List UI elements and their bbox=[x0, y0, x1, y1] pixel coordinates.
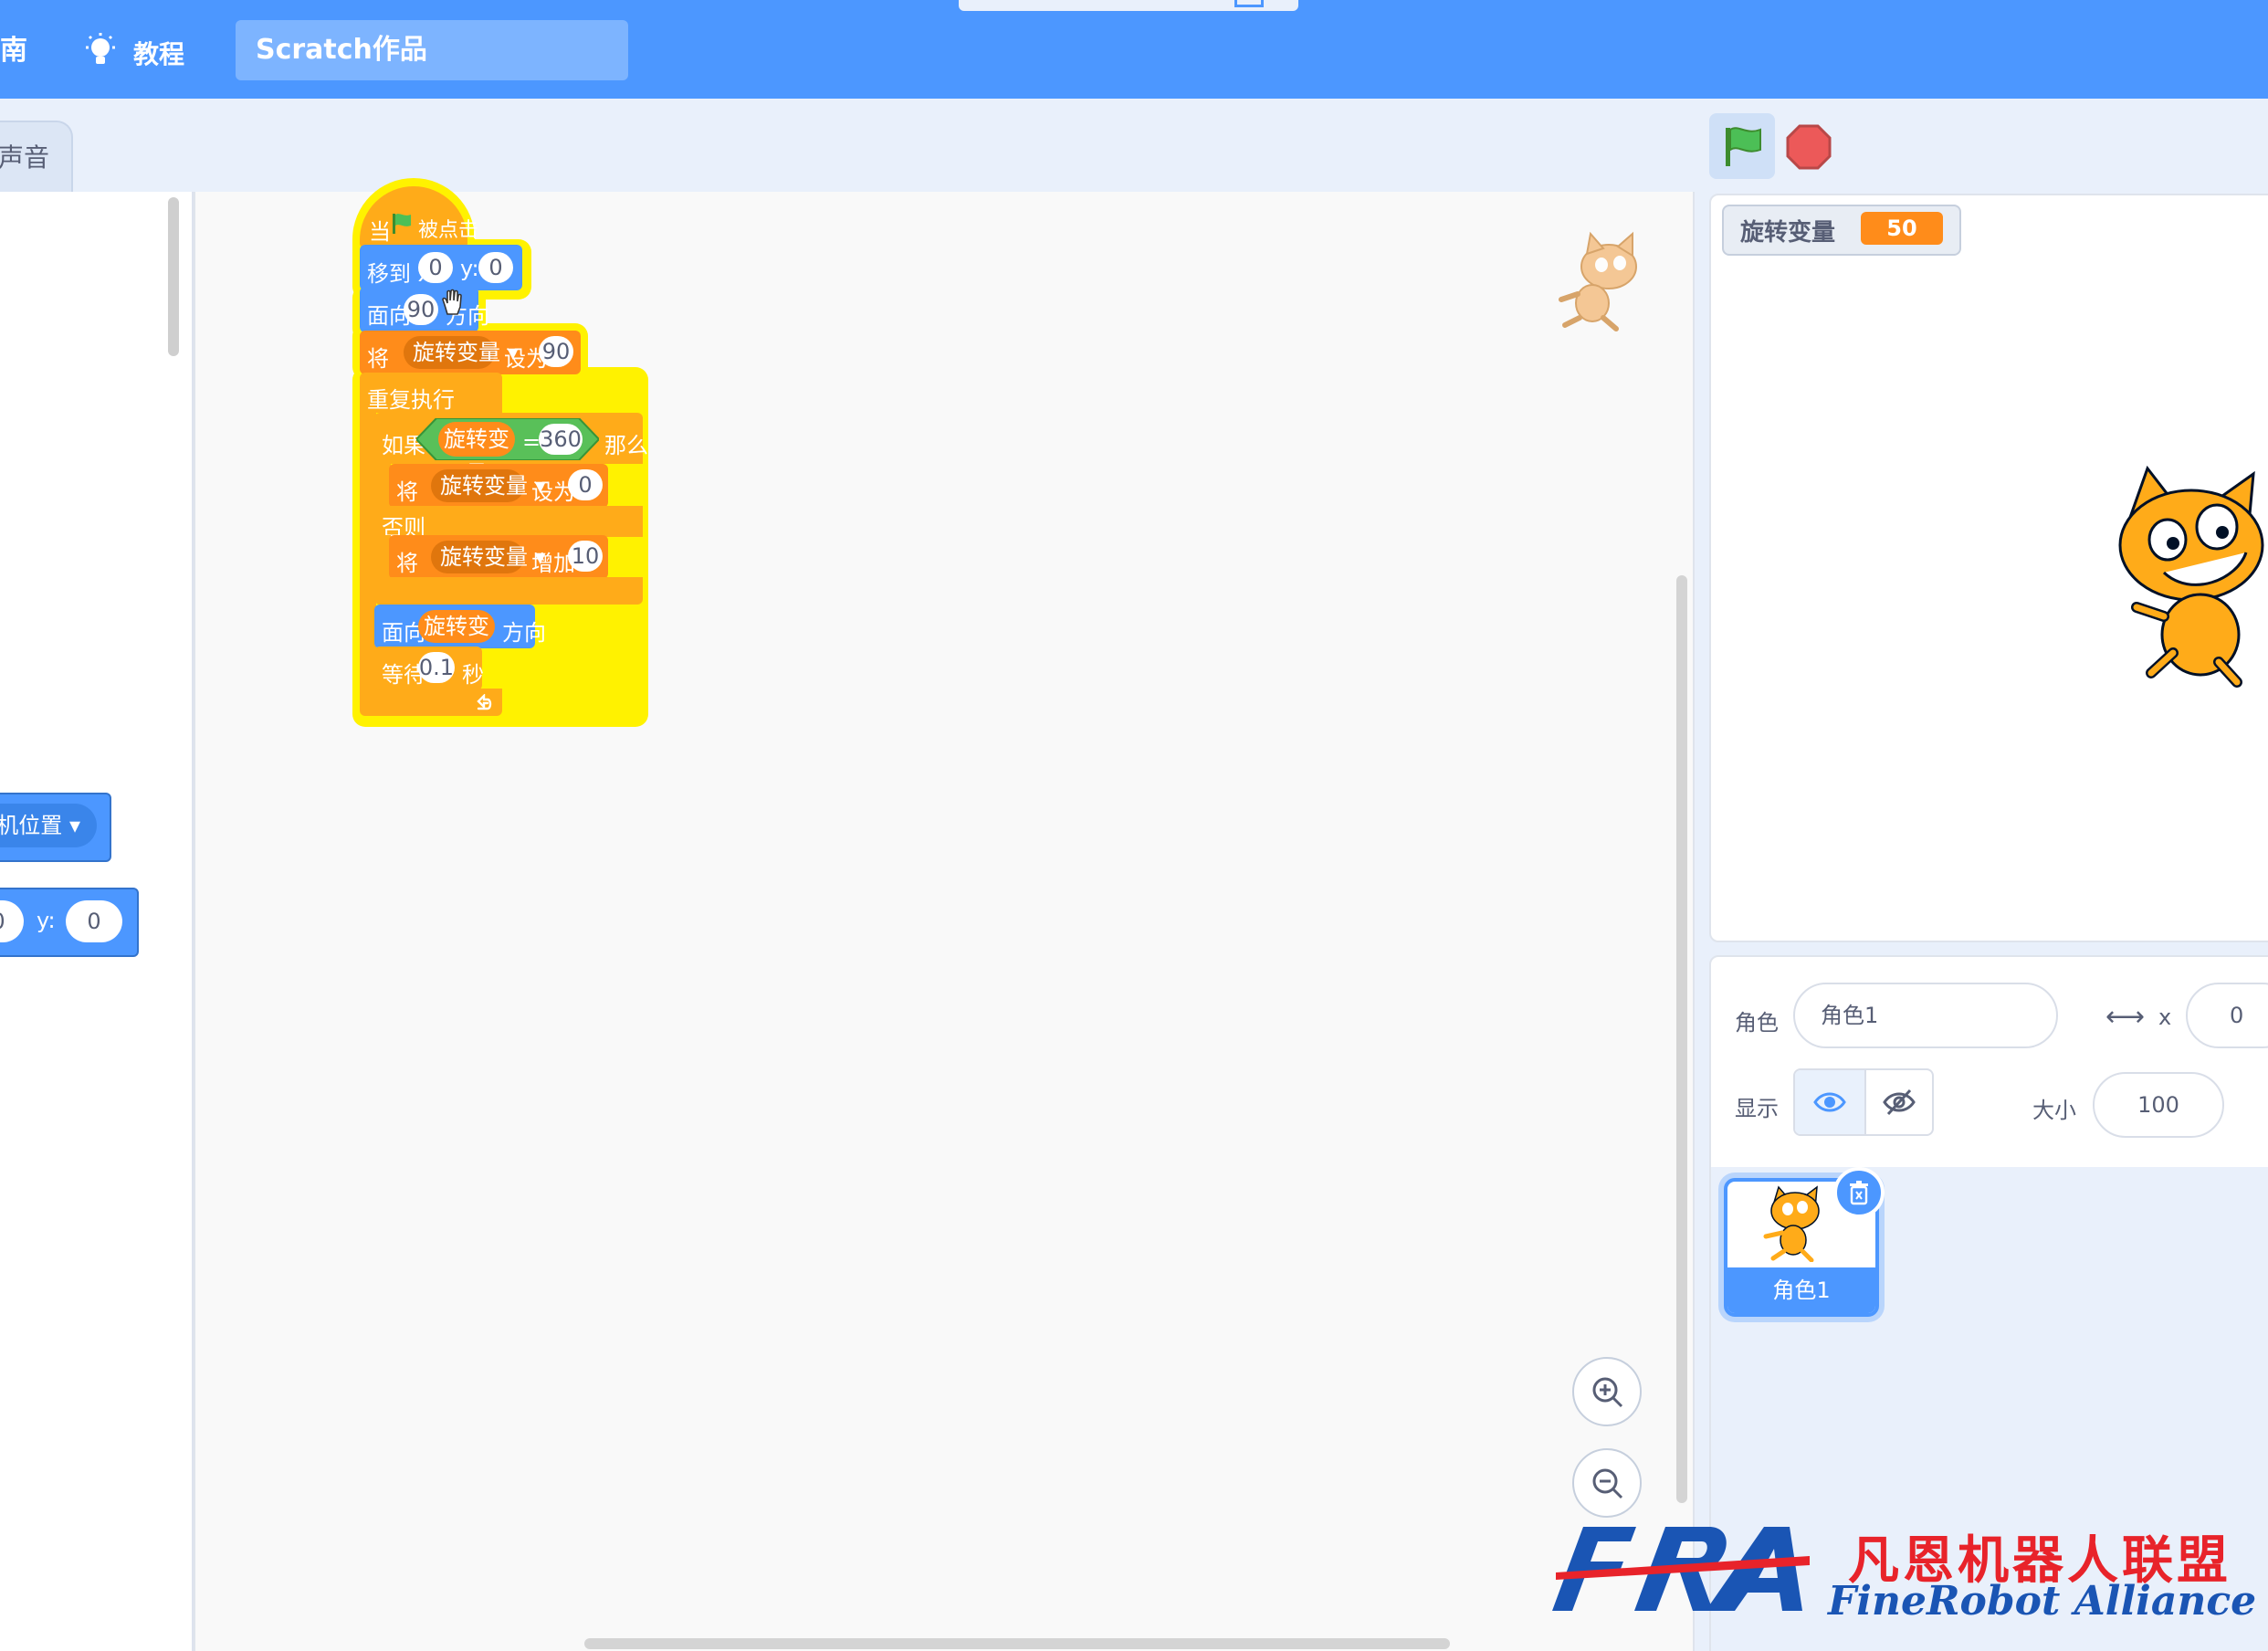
change-variable-name: 旋转变量 bbox=[440, 544, 528, 570]
set-variable-name: 旋转变量 bbox=[413, 340, 500, 365]
hand-cursor-icon bbox=[442, 289, 462, 315]
tab-sounds[interactable]: 声音 bbox=[0, 121, 73, 192]
set-variable-input[interactable]: 90 bbox=[539, 336, 573, 367]
sprite-watermark-cat-icon bbox=[1559, 231, 1637, 331]
x-arrows-icon: ⟷ bbox=[2105, 1001, 2146, 1033]
wait-value-input[interactable]: 0.1 bbox=[418, 652, 455, 683]
palette-goto-dropdown[interactable]: 随机位置 ▾ bbox=[0, 804, 97, 847]
goto-x-input[interactable]: 0 bbox=[418, 252, 453, 283]
goto-y-input[interactable]: 0 bbox=[478, 252, 513, 283]
hide-button[interactable] bbox=[1866, 1070, 1932, 1134]
if-set-variable-name: 旋转变量 bbox=[440, 473, 528, 499]
if-variable-reporter[interactable]: 旋转变量 bbox=[438, 422, 515, 487]
wait-suffix: 秒 bbox=[462, 662, 484, 688]
show-button[interactable] bbox=[1795, 1070, 1864, 1134]
hat-clicked-label: 被点击 bbox=[418, 219, 479, 242]
if-set-label: 将 bbox=[396, 479, 418, 505]
logo-english-text: FineRobot Alliance bbox=[1828, 1578, 2257, 1625]
set-variable-label: 将 bbox=[367, 346, 389, 372]
lightbulb-icon[interactable] bbox=[80, 31, 121, 71]
menu-item-partial[interactable]: 南 bbox=[0, 27, 27, 68]
size-input[interactable]: 100 bbox=[2093, 1072, 2224, 1138]
point-var-reporter[interactable]: 旋转变量 bbox=[418, 610, 495, 672]
zoom-in-icon bbox=[1592, 1377, 1623, 1408]
if-set-value-input[interactable]: 0 bbox=[568, 469, 603, 500]
if-set-variable-dropdown[interactable]: 旋转变量 ▾ bbox=[431, 469, 546, 502]
top-overlay-button[interactable] bbox=[1234, 0, 1264, 7]
equals-value-input[interactable]: 360 bbox=[539, 424, 583, 455]
variable-monitor-value: 50 bbox=[1861, 212, 1943, 245]
set-variable-dropdown[interactable]: 旋转变量 ▾ bbox=[404, 336, 519, 369]
point-var-suffix: 方向 bbox=[502, 620, 546, 646]
stop-icon[interactable] bbox=[1786, 124, 1832, 170]
eye-slash-icon bbox=[1883, 1088, 1916, 1116]
if-else-bottom bbox=[374, 577, 643, 605]
palette-goto-dropdown-label: 随机位置 bbox=[0, 813, 63, 838]
point-direction-input[interactable]: 90 bbox=[404, 294, 438, 325]
show-label: 显示 bbox=[1735, 1096, 1779, 1121]
goto-y-label: y: bbox=[460, 256, 479, 281]
variable-monitor-label: 旋转变量 bbox=[1740, 219, 1836, 247]
scripts-vertical-scrollbar[interactable] bbox=[1676, 575, 1687, 1503]
palette-scrollbar[interactable] bbox=[168, 197, 179, 356]
sprite-name-label: 角色 bbox=[1735, 1010, 1779, 1036]
sprite-tile-name: 角色1 bbox=[1727, 1267, 1875, 1313]
scripts-horizontal-scrollbar[interactable] bbox=[584, 1638, 1450, 1649]
green-flag-icon bbox=[1726, 127, 1761, 166]
eye-icon bbox=[1813, 1092, 1846, 1112]
equals-sign: = bbox=[522, 429, 541, 455]
trash-icon bbox=[1850, 1181, 1868, 1205]
x-input[interactable]: 0 bbox=[2186, 983, 2268, 1048]
sprite-thumbnail-cat-icon bbox=[1763, 1185, 1820, 1262]
x-label: x bbox=[2158, 1004, 2172, 1030]
sprite-name-input[interactable]: 角色1 bbox=[1793, 983, 2058, 1048]
palette-goto-y-input[interactable]: 0 bbox=[66, 900, 122, 942]
zoom-out-icon bbox=[1592, 1468, 1623, 1499]
palette-goto-y-label: y: bbox=[37, 908, 56, 933]
change-value-input[interactable]: 10 bbox=[568, 541, 603, 572]
fra-logo-icon bbox=[1552, 1527, 1810, 1611]
delete-sprite-button[interactable] bbox=[1833, 1167, 1885, 1218]
green-flag-icon bbox=[393, 214, 411, 234]
then-label: 那么 bbox=[604, 433, 648, 458]
hat-when-label: 当 bbox=[369, 219, 391, 245]
zoom-in-button[interactable] bbox=[1572, 1357, 1642, 1426]
green-flag-button[interactable] bbox=[1709, 113, 1775, 179]
size-label: 大小 bbox=[2032, 1098, 2076, 1123]
tutorial-button[interactable]: 教程 bbox=[133, 35, 184, 71]
stage-cat-sprite-icon[interactable] bbox=[2100, 461, 2268, 689]
loop-arrow-icon bbox=[477, 694, 492, 710]
change-label: 将 bbox=[396, 551, 418, 576]
project-title-input[interactable]: Scratch作品 bbox=[236, 20, 628, 80]
forever-label: 重复执行 bbox=[367, 387, 455, 413]
zoom-out-button[interactable] bbox=[1572, 1448, 1642, 1518]
change-variable-dropdown[interactable]: 旋转变量 ▾ bbox=[431, 541, 546, 573]
